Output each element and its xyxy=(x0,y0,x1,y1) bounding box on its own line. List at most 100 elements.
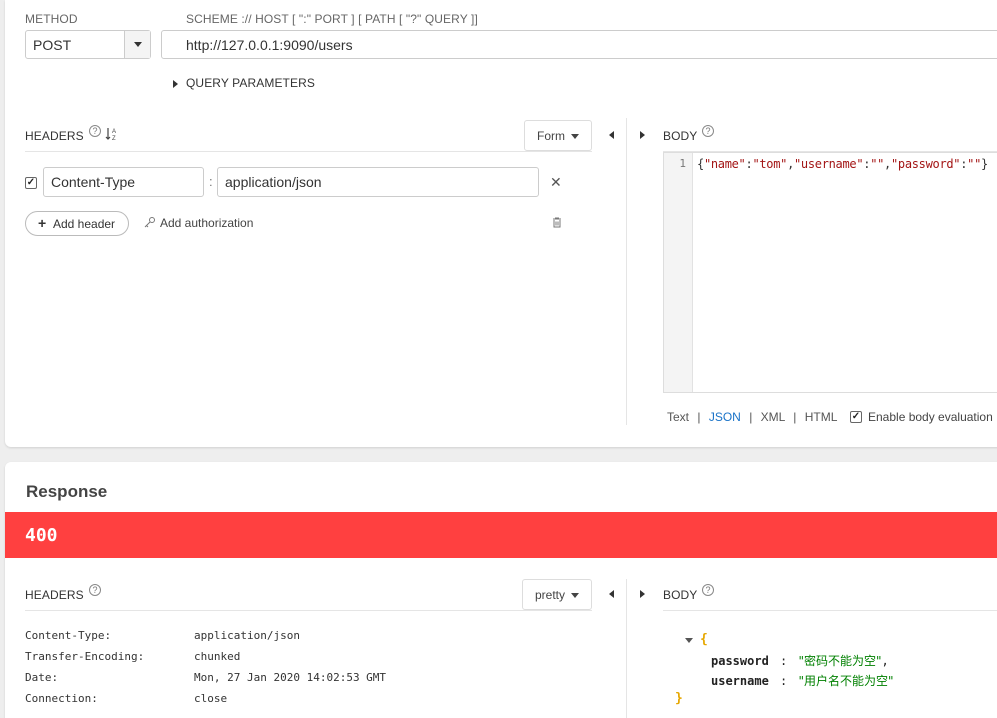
header-enabled-checkbox[interactable]: ✓ xyxy=(25,177,37,189)
json-key: username xyxy=(711,674,769,688)
chevron-down-icon xyxy=(571,134,579,139)
url-value: http://127.0.0.1:9090/users xyxy=(186,37,353,53)
header-name: Transfer-Encoding: xyxy=(25,650,145,663)
json-string-value: "用户名不能为空" xyxy=(798,674,894,688)
format-text-link[interactable]: Text xyxy=(667,410,689,424)
format-json-link[interactable]: JSON xyxy=(709,410,741,424)
header-name: Content-Type: xyxy=(25,629,112,642)
header-name: Connection: xyxy=(25,692,98,705)
json-open-brace: { xyxy=(700,632,708,647)
pretty-label: pretty xyxy=(535,588,566,602)
code-token: "" xyxy=(967,157,982,171)
panel-splitter[interactable] xyxy=(626,579,627,718)
trash-icon[interactable] xyxy=(552,217,562,228)
collapse-left-icon[interactable] xyxy=(609,131,614,139)
close-icon[interactable]: ✕ xyxy=(550,174,562,191)
status-code: 400 xyxy=(25,525,58,546)
format-xml-link[interactable]: XML xyxy=(761,410,785,424)
header-name: Date: xyxy=(25,671,59,684)
help-circle-icon[interactable]: ? xyxy=(702,584,714,596)
header-name-input[interactable]: Content-Type xyxy=(43,167,204,197)
header-value-input[interactable]: application/json xyxy=(217,167,539,197)
url-input[interactable]: http://127.0.0.1:9090/users xyxy=(161,30,997,59)
method-select[interactable]: POST xyxy=(25,30,151,59)
code-token: , xyxy=(787,157,794,171)
divider xyxy=(663,610,997,611)
enable-body-eval-label: Enable body evaluation xyxy=(868,410,993,424)
headers-form-dropdown[interactable]: Form xyxy=(524,120,592,151)
add-header-label: Add header xyxy=(53,217,116,231)
format-html-link[interactable]: HTML xyxy=(805,410,838,424)
query-parameters-label: QUERY PARAMETERS xyxy=(186,76,315,90)
code-token: } xyxy=(981,157,988,171)
separator: | xyxy=(793,410,797,424)
add-authorization-button[interactable]: Add authorization xyxy=(144,214,264,232)
svg-text:A: A xyxy=(112,129,116,135)
response-header-row: Content-Type: application/json xyxy=(25,629,300,642)
json-close-brace: } xyxy=(675,691,683,706)
svg-text:Z: Z xyxy=(112,136,116,141)
enable-body-eval-checkbox[interactable]: ✓ xyxy=(850,411,862,423)
chevron-down-icon xyxy=(571,593,579,598)
panel-splitter[interactable] xyxy=(626,118,627,425)
request-panel: METHOD SCHEME :// HOST [ ":" PORT ] [ PA… xyxy=(5,0,997,447)
collapse-right-icon[interactable] xyxy=(640,590,645,598)
response-header-row: Transfer-Encoding: chunked xyxy=(25,650,240,663)
json-comma: , xyxy=(881,654,889,668)
json-key: password xyxy=(711,654,769,668)
add-authorization-label: Add authorization xyxy=(160,216,254,230)
response-panel: Response 400 HEADERS ? pretty Content-Ty… xyxy=(5,462,997,718)
pretty-dropdown[interactable]: pretty xyxy=(522,579,592,610)
url-format-label: SCHEME :// HOST [ ":" PORT ] [ PATH [ "?… xyxy=(186,12,478,26)
code-token: "name" xyxy=(703,157,746,171)
method-value: POST xyxy=(33,37,72,53)
json-property-username: username : "用户名不能为空" xyxy=(711,672,894,689)
code-token: , xyxy=(884,157,891,171)
code-token: "" xyxy=(870,157,885,171)
sort-alpha-icon[interactable]: AZ xyxy=(105,127,119,142)
separator: | xyxy=(749,410,753,424)
json-string-value: "密码不能为空" xyxy=(798,654,882,668)
header-value: close xyxy=(194,692,228,705)
json-property-password: password : "密码不能为空", xyxy=(711,652,889,669)
code-token: "username" xyxy=(794,157,864,171)
line-gutter: 1 xyxy=(664,153,693,392)
caret-right-icon xyxy=(173,80,178,88)
status-bar: 400 xyxy=(5,512,997,558)
code-token: "password" xyxy=(890,157,961,171)
form-label: Form xyxy=(537,129,565,143)
header-value-value: application/json xyxy=(225,174,322,190)
help-circle-icon[interactable]: ? xyxy=(89,125,101,137)
separator: | xyxy=(697,410,701,424)
body-format-links: Text | JSON | XML | HTML xyxy=(667,410,837,424)
collapse-left-icon[interactable] xyxy=(609,590,614,598)
collapse-json-icon[interactable] xyxy=(685,638,693,643)
divider xyxy=(25,151,592,152)
request-headers-label: HEADERS xyxy=(25,129,84,143)
code-token: "tom" xyxy=(752,157,788,171)
header-value: application/json xyxy=(194,629,300,642)
help-circle-icon[interactable]: ? xyxy=(702,125,714,137)
response-headers-label: HEADERS xyxy=(25,588,84,602)
json-separator: : xyxy=(780,654,788,668)
header-value: chunked xyxy=(194,650,241,663)
divider xyxy=(25,610,592,611)
response-body-label: BODY xyxy=(663,588,698,602)
header-separator: : xyxy=(209,174,213,189)
header-name-value: Content-Type xyxy=(51,174,136,190)
collapse-right-icon[interactable] xyxy=(640,131,645,139)
header-value: Mon, 27 Jan 2020 14:02:53 GMT xyxy=(194,671,387,684)
code-token: { xyxy=(697,157,704,171)
chevron-down-icon xyxy=(134,42,142,47)
method-dropdown-toggle[interactable] xyxy=(124,31,150,58)
add-header-button[interactable]: + Add header xyxy=(25,211,129,236)
line-number: 1 xyxy=(679,157,686,170)
json-separator: : xyxy=(780,674,788,688)
response-title: Response xyxy=(26,482,108,501)
request-body-editor[interactable]: 1 {"name":"tom","username":"","password"… xyxy=(663,152,997,393)
help-circle-icon[interactable]: ? xyxy=(89,584,101,596)
response-header-row: Connection: close xyxy=(25,692,227,705)
request-body-label: BODY xyxy=(663,129,698,143)
method-label: METHOD xyxy=(25,12,78,26)
response-header-row: Date: Mon, 27 Jan 2020 14:02:53 GMT xyxy=(25,671,386,684)
